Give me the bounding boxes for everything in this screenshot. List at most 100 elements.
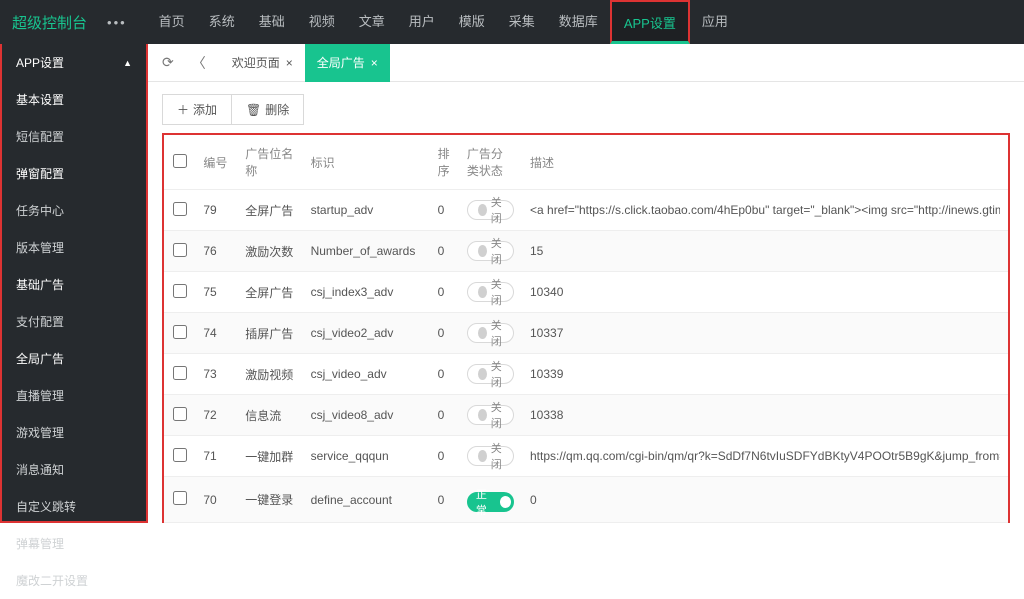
toggle-label: 关闭 [491, 358, 507, 390]
header-posname[interactable]: 广告位名称 [237, 135, 302, 190]
sidebar-item[interactable]: 短信配置 [2, 118, 146, 155]
cell-flag: csj_index3_adv [303, 272, 430, 313]
cell-status: 关闭 [459, 395, 522, 436]
status-toggle[interactable]: 关闭 [467, 241, 514, 261]
table-row: 70一键登录define_account0正常0 [164, 477, 1008, 523]
row-checkbox[interactable] [173, 243, 187, 257]
toggle-label: 关闭 [491, 235, 507, 267]
cell-id: 70 [195, 477, 237, 523]
topnav-item[interactable]: 应用 [690, 0, 740, 44]
tab-bar: ⟳ 〈 欢迎页面×全局广告× [148, 44, 1024, 82]
topnav-item[interactable]: 视频 [297, 0, 347, 44]
status-toggle[interactable]: 关闭 [467, 364, 514, 384]
status-toggle[interactable]: 关闭 [467, 282, 514, 302]
cell-sort: 0 [430, 272, 459, 313]
sidebar-item[interactable]: 基础广告 [2, 266, 146, 303]
row-checkbox[interactable] [173, 448, 187, 462]
workspace: ⟳ 〈 欢迎页面×全局广告× ＋ 添加 🗑 删除 [148, 44, 1024, 523]
cell-posname: 信息流 [237, 395, 302, 436]
topnav-item[interactable]: 文章 [347, 0, 397, 44]
cell-id: 74 [195, 313, 237, 354]
sidebar-item[interactable]: 魔改二开设置 [2, 562, 146, 599]
cell-status: 关闭 [459, 231, 522, 272]
sidebar-item[interactable]: 基本设置 [2, 81, 146, 118]
trash-icon: 🗑 [246, 103, 261, 117]
cell-sort: 0 [430, 190, 459, 231]
sidebar-item[interactable]: 支付配置 [2, 303, 146, 340]
topnav-item[interactable]: 基础 [247, 0, 297, 44]
header-flag[interactable]: 标识 [303, 135, 430, 190]
cell-flag: csj_video8_adv [303, 395, 430, 436]
brand-title: 超级控制台 [12, 12, 87, 33]
sidebar-item[interactable]: 弹幕管理 [2, 525, 146, 562]
select-all-cell [164, 135, 195, 190]
sidebar-item[interactable]: 任务中心 [2, 192, 146, 229]
toggle-knob-icon [478, 368, 487, 380]
topnav-item[interactable]: 数据库 [547, 0, 610, 44]
cell-id: 75 [195, 272, 237, 313]
topnav-item[interactable]: 用户 [397, 0, 447, 44]
row-checkbox[interactable] [173, 407, 187, 421]
refresh-icon[interactable]: ⟳ [158, 52, 178, 73]
row-checkbox[interactable] [173, 284, 187, 298]
cell-sort: 0 [430, 231, 459, 272]
plus-icon: ＋ [177, 101, 189, 118]
status-toggle[interactable]: 关闭 [467, 200, 514, 220]
table-row: 76激励次数Number_of_awards0关闭15 [164, 231, 1008, 272]
cell-flag: startup_adv [303, 190, 430, 231]
header-id[interactable]: 编号 [195, 135, 237, 190]
sidebar-item[interactable]: 游戏管理 [2, 414, 146, 451]
row-checkbox[interactable] [173, 202, 187, 216]
content-area: ＋ 添加 🗑 删除 编号 广告位名称 标识 排 [148, 82, 1024, 523]
back-icon[interactable]: 〈 [188, 51, 210, 75]
row-checkbox[interactable] [173, 366, 187, 380]
status-toggle[interactable]: 正常 [467, 492, 514, 512]
status-toggle[interactable]: 关闭 [467, 446, 514, 466]
close-icon[interactable]: × [371, 56, 378, 70]
cell-desc: 10340 [522, 272, 1008, 313]
cell-status: 关闭 [459, 354, 522, 395]
status-toggle[interactable]: 关闭 [467, 405, 514, 425]
cell-id: 76 [195, 231, 237, 272]
more-dots-icon[interactable]: ••• [107, 15, 127, 30]
cell-desc: 10339 [522, 354, 1008, 395]
select-all-checkbox[interactable] [173, 154, 187, 168]
row-checkbox[interactable] [173, 325, 187, 339]
add-button[interactable]: ＋ 添加 [162, 94, 231, 125]
sidebar-item[interactable]: 直播管理 [2, 377, 146, 414]
cell-flag: Number_of_awards [303, 231, 430, 272]
sidebar-item[interactable]: 全局广告 [2, 340, 146, 377]
sidebar-header-label: APP设置 [16, 54, 64, 71]
delete-button-label: 删除 [265, 101, 289, 118]
header-desc[interactable]: 描述 [522, 135, 1008, 190]
cell-sort: 0 [430, 436, 459, 477]
tab[interactable]: 欢迎页面 × [220, 44, 305, 82]
topnav-item[interactable]: 系统 [197, 0, 247, 44]
cell-flag: service_qqqun [303, 436, 430, 477]
topnav-item[interactable]: APP设置 [610, 0, 690, 44]
toggle-label: 关闭 [491, 399, 507, 431]
topnav-item[interactable]: 首页 [147, 0, 197, 44]
delete-button[interactable]: 🗑 删除 [231, 94, 304, 125]
cell-id: 73 [195, 354, 237, 395]
sidebar-item[interactable]: 弹窗配置 [2, 155, 146, 192]
status-toggle[interactable]: 关闭 [467, 323, 514, 343]
tab-label: 欢迎页面 [232, 54, 280, 71]
tab[interactable]: 全局广告× [305, 44, 390, 82]
toggle-knob-icon [500, 496, 511, 508]
header-status[interactable]: 广告分类状态 [459, 135, 522, 190]
sidebar-item[interactable]: 版本管理 [2, 229, 146, 266]
chevron-up-icon: ▲ [123, 58, 132, 68]
data-table: 编号 广告位名称 标识 排序 广告分类状态 描述 79全屏广告startup_a… [162, 133, 1010, 523]
header-sort[interactable]: 排序 [430, 135, 459, 190]
sidebar-item[interactable]: 自定义跳转 [2, 488, 146, 525]
sidebar-header[interactable]: APP设置 ▲ [2, 44, 146, 81]
row-checkbox[interactable] [173, 491, 187, 505]
sidebar-item[interactable]: 消息通知 [2, 451, 146, 488]
close-icon[interactable]: × [286, 56, 293, 70]
cell-status: 正常 [459, 477, 522, 523]
topnav-item[interactable]: 模版 [447, 0, 497, 44]
topnav-item[interactable]: 采集 [497, 0, 547, 44]
cell-status: 关闭 [459, 313, 522, 354]
cell-sort: 0 [430, 395, 459, 436]
